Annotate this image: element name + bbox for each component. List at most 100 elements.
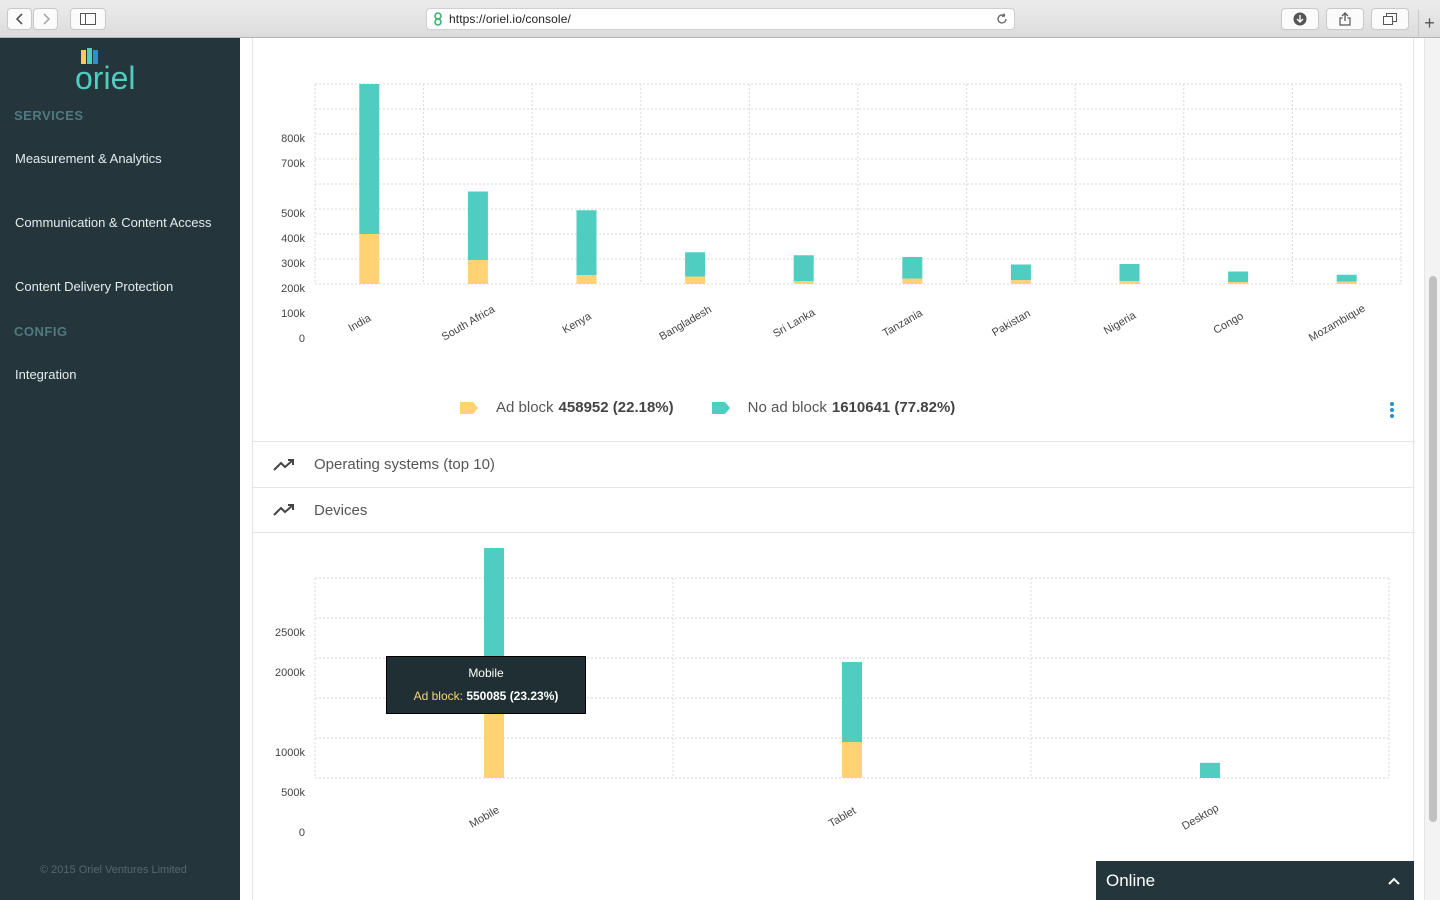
bar-ad-block <box>685 276 706 284</box>
page-scrollbar[interactable] <box>1424 38 1440 900</box>
trending-up-icon <box>273 504 294 516</box>
trending-up-icon <box>273 458 294 471</box>
y-tick-label: 1000k <box>275 747 305 759</box>
bar-no-ad-block <box>1119 264 1140 281</box>
no-ad-block-legend-icon <box>711 401 730 414</box>
section-config: CONFIG <box>14 324 68 339</box>
downloads-button[interactable] <box>1281 8 1319 30</box>
section-devices[interactable]: Devices <box>253 487 1415 533</box>
x-tick-label: Sri Lanka <box>771 306 818 340</box>
bar-no-ad-block <box>1010 264 1031 281</box>
y-tick-label: 700k <box>281 158 305 170</box>
x-tick-label: Tanzania <box>881 307 926 340</box>
bar-no-ad-block <box>842 662 862 742</box>
online-label: Online <box>1106 870 1156 890</box>
x-tick-label: Mobile <box>467 804 501 831</box>
chart-menu-button[interactable] <box>1389 402 1395 420</box>
bar-no-ad-block <box>1336 274 1357 282</box>
bar-no-ad-block <box>359 84 380 234</box>
scrollbar-thumb[interactable] <box>1429 276 1437 822</box>
sidebar-item-measurement-analytics[interactable]: Measurement & Analytics <box>15 151 162 166</box>
tabs-button[interactable] <box>1371 8 1409 30</box>
sidebar-item-communication-content-access[interactable]: Communication & Content Access <box>15 215 212 230</box>
y-tick-label: 400k <box>281 233 305 245</box>
sidebar-item-integration[interactable]: Integration <box>15 367 76 382</box>
tooltip-value: 550085 (23.23%) <box>466 689 559 703</box>
bar-ad-block <box>902 278 923 284</box>
bar-no-ad-block <box>1200 762 1220 778</box>
no-ad-block-legend-value: 1610641 (77.82%) <box>831 399 956 416</box>
chevron-up-icon <box>1388 877 1400 885</box>
y-tick-label: 300k <box>281 258 305 270</box>
bar-no-ad-block <box>576 210 597 276</box>
bar-ad-block <box>1336 281 1357 284</box>
y-tick-label: 100k <box>281 308 305 320</box>
countries-legend: Ad block 458952 (22.18%) No ad block 161… <box>460 399 955 416</box>
y-tick-label: 0 <box>299 827 305 839</box>
x-tick-label: Mozambique <box>1307 302 1368 344</box>
x-tick-label: South Africa <box>440 303 498 343</box>
bar-no-ad-block <box>1228 271 1249 282</box>
tooltip-title: Mobile <box>468 666 504 680</box>
share-icon <box>1339 12 1351 26</box>
no-ad-block-legend-label: No ad block <box>747 399 827 416</box>
logo-wordmark: oriel <box>75 60 135 92</box>
bar-ad-block <box>1010 280 1031 284</box>
bar-ad-block <box>1119 281 1140 284</box>
ad-block-legend-value: 458952 (22.18%) <box>558 399 674 416</box>
site-icon <box>434 12 442 26</box>
chevron-left-icon <box>15 13 23 25</box>
x-tick-label: Pakistan <box>990 308 1033 339</box>
y-tick-label: 500k <box>281 208 305 220</box>
countries-chart: 0 100k 200k 300k 400k 500k 700k 800k India South … <box>281 83 1402 345</box>
bar-no-ad-block <box>902 257 923 279</box>
copyright-text: © 2015 Oriel Ventures Limited <box>40 864 187 876</box>
online-panel[interactable]: Online <box>1096 861 1414 900</box>
sidebar-icon <box>80 13 96 25</box>
section-title: Devices <box>314 501 368 519</box>
new-tab-button[interactable]: + <box>1418 10 1440 36</box>
sidebar-toggle-button[interactable] <box>70 8 106 30</box>
bar-ad-block <box>842 742 862 778</box>
bar-ad-block <box>467 260 488 284</box>
download-icon <box>1293 12 1307 26</box>
x-tick-label: Desktop <box>1180 802 1221 833</box>
x-tick-label: Kenya <box>560 310 594 336</box>
chevron-right-icon <box>42 13 50 25</box>
section-operating-systems[interactable]: Operating systems (top 10) <box>253 441 1415 487</box>
section-title: Operating systems (top 10) <box>314 456 495 473</box>
x-tick-label: India <box>346 312 373 335</box>
x-tick-label: Nigeria <box>1102 309 1139 337</box>
y-tick-label: 800k <box>281 133 305 145</box>
section-services: SERVICES <box>14 108 84 123</box>
bar-no-ad-block <box>467 191 488 261</box>
share-button[interactable] <box>1326 8 1364 30</box>
y-tick-label: 2000k <box>275 667 305 679</box>
y-tick-label: 0 <box>299 333 305 345</box>
bar-no-ad-block <box>793 255 814 281</box>
bar-ad-block <box>576 275 597 284</box>
ad-block-legend-icon <box>460 401 478 414</box>
y-tick-label: 500k <box>281 787 305 799</box>
url-text: https://oriel.io/console/ <box>449 12 571 26</box>
bar-ad-block <box>1228 282 1249 284</box>
oriel-logo: oriel <box>75 48 135 92</box>
sidebar-item-content-delivery-protection[interactable]: Content Delivery Protection <box>15 279 173 294</box>
x-tick-label: Bangladesh <box>657 304 713 343</box>
y-tick-label: 2500k <box>275 627 305 639</box>
reload-icon[interactable] <box>996 13 1008 25</box>
chart-tooltip: Mobile Ad block: 550085 (23.23%) <box>386 656 586 714</box>
ad-block-legend-label: Ad block <box>496 399 554 416</box>
address-bar[interactable]: https://oriel.io/console/ <box>426 8 1015 30</box>
bar-no-ad-block <box>685 252 706 277</box>
bar-ad-block <box>359 234 380 284</box>
back-button[interactable] <box>7 8 32 30</box>
browser-toolbar: https://oriel.io/console/ + <box>0 0 1440 38</box>
x-tick-label: Congo <box>1212 310 1246 337</box>
y-tick-label: 200k <box>281 283 305 295</box>
sidebar: oriel SERVICES Measurement & Analytics C… <box>0 38 240 900</box>
forward-button[interactable] <box>33 8 58 30</box>
tooltip-label: Ad block: <box>413 689 463 703</box>
plus-icon: + <box>1424 12 1435 33</box>
tabs-icon <box>1383 13 1397 25</box>
